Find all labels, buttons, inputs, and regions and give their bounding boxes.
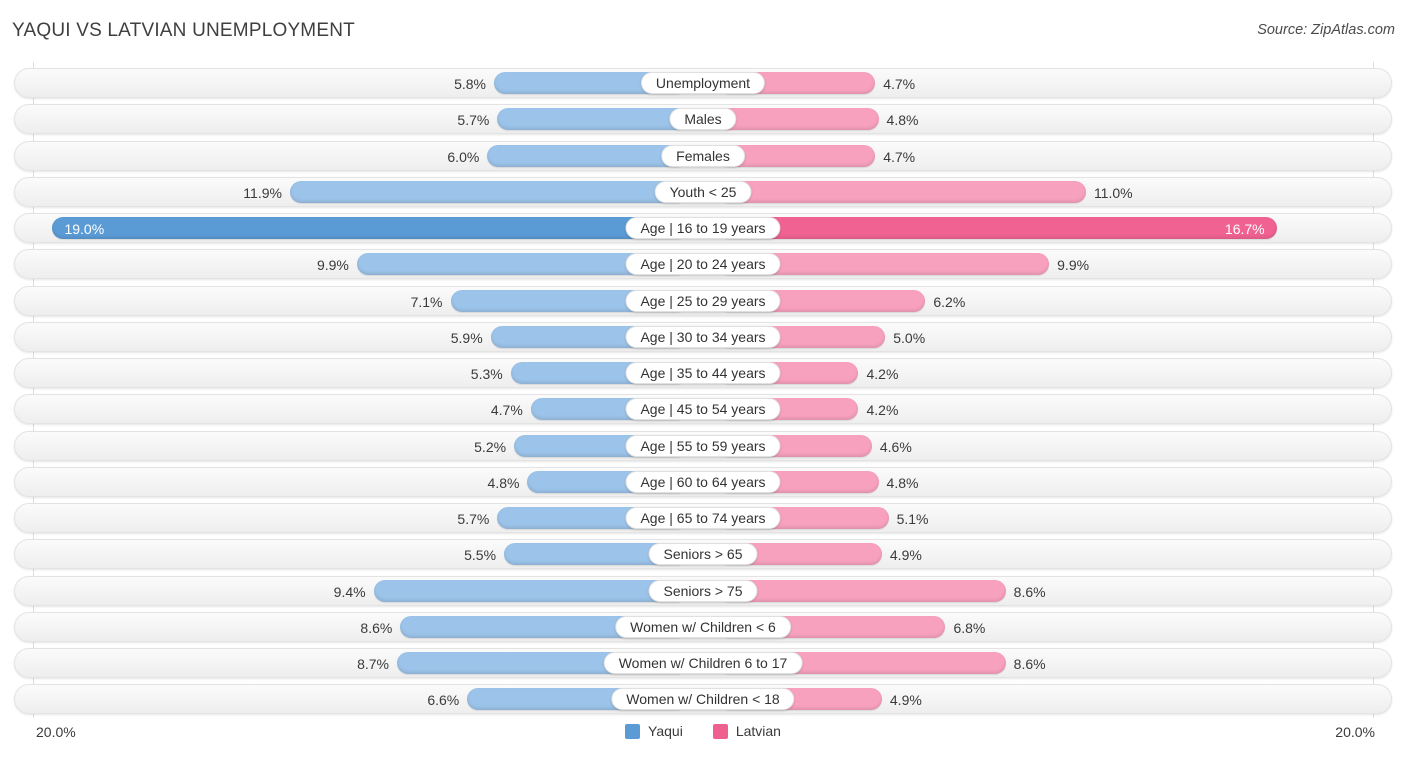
value-label-latvian: 4.6%	[879, 438, 912, 455]
table-row[interactable]: 5.5% 4.9% Seniors > 65	[14, 539, 1392, 570]
bar-yaqui	[52, 217, 688, 239]
table-row[interactable]: 5.8% 4.7% Unemployment	[14, 68, 1392, 98]
value-label-latvian: 4.8%	[886, 474, 919, 491]
category-label: Unemployment	[640, 72, 766, 94]
table-row[interactable]: 4.7% 4.2% Age | 45 to 54 years	[14, 394, 1392, 425]
category-label: Age | 60 to 64 years	[625, 470, 781, 493]
value-label-latvian: 6.2%	[933, 293, 966, 310]
bar-latvian	[718, 180, 1086, 203]
table-row[interactable]: 8.6% 6.8% Women w/ Children < 6	[14, 611, 1392, 642]
table-row[interactable]: 11.9% 11.0% Youth < 25	[14, 176, 1392, 207]
value-label-latvian: 4.7%	[883, 148, 916, 165]
category-label: Age | 45 to 54 years	[625, 398, 781, 421]
category-label: Age | 65 to 74 years	[625, 507, 781, 529]
category-label: Age | 25 to 29 years	[625, 289, 781, 312]
bar-latvian	[718, 217, 1277, 239]
value-label-latvian: 16.7%	[1224, 221, 1265, 237]
category-label: Women w/ Children < 18	[611, 688, 795, 711]
value-label-yaqui: 5.3%	[470, 366, 503, 382]
value-label-yaqui: 5.5%	[464, 547, 497, 564]
category-label: Age | 55 to 59 years	[625, 434, 781, 457]
table-row[interactable]: 5.7% 4.8% Males	[14, 104, 1392, 135]
value-label-yaqui: 19.0%	[64, 221, 105, 237]
bar-yaqui	[373, 579, 688, 602]
legend-label: Yaqui	[648, 723, 683, 739]
legend-item-latvian[interactable]: Latvian	[712, 723, 781, 739]
category-label: Males	[669, 108, 737, 131]
table-row[interactable]: 4.8% 4.8% Age | 60 to 64 years	[14, 466, 1392, 497]
value-label-yaqui: 8.6%	[360, 619, 393, 636]
category-label: Females	[661, 144, 745, 167]
chart-root: YAQUI VS LATVIAN UNEMPLOYMENT Source: Zi…	[0, 0, 1406, 757]
table-row[interactable]: 8.7% 8.6% Women w/ Children 6 to 17	[14, 648, 1392, 678]
category-label: Age | 35 to 44 years	[625, 362, 781, 384]
value-label-yaqui: 9.9%	[316, 257, 349, 274]
value-label-yaqui: 6.0%	[447, 148, 480, 165]
value-label-yaqui: 7.1%	[410, 293, 443, 310]
value-label-latvian: 11.0%	[1093, 184, 1133, 201]
value-label-latvian: 9.9%	[1057, 257, 1090, 274]
category-label: Seniors > 65	[648, 543, 758, 566]
value-label-yaqui: 8.7%	[357, 656, 389, 672]
plot-area: 5.8% 4.7% Unemployment 5.7% 4.8% Males 6.0% 4.7…	[0, 62, 1406, 718]
legend-swatch-icon	[712, 723, 728, 739]
chart-footer: 20.0% 20.0% Yaqui Latvian	[0, 718, 1406, 757]
value-label-yaqui: 5.8%	[454, 76, 486, 92]
value-label-yaqui: 5.7%	[457, 511, 490, 527]
table-row[interactable]: 6.0% 4.7% Females	[14, 140, 1392, 171]
category-label: Women w/ Children 6 to 17	[603, 652, 803, 674]
value-label-latvian: 8.6%	[1013, 656, 1046, 672]
bar-yaqui	[487, 144, 688, 167]
category-label: Age | 16 to 19 years	[625, 217, 781, 239]
value-label-latvian: 4.7%	[883, 76, 916, 92]
chart-header: YAQUI VS LATVIAN UNEMPLOYMENT Source: Zi…	[0, 0, 1406, 58]
value-label-latvian: 4.9%	[889, 692, 922, 709]
value-label-yaqui: 6.6%	[427, 692, 460, 709]
table-row[interactable]: 5.2% 4.6% Age | 55 to 59 years	[14, 430, 1392, 461]
value-label-yaqui: 5.7%	[457, 112, 490, 129]
legend-item-yaqui[interactable]: Yaqui	[625, 723, 683, 739]
table-row[interactable]: 7.1% 6.2% Age | 25 to 29 years	[14, 285, 1392, 316]
legend: Yaqui Latvian	[0, 723, 1406, 739]
bar-yaqui	[497, 108, 688, 131]
value-label-latvian: 6.8%	[953, 619, 986, 636]
value-label-yaqui: 11.9%	[243, 184, 282, 201]
category-label: Women w/ Children < 6	[615, 615, 791, 638]
table-row[interactable]: 5.3% 4.2% Age | 35 to 44 years	[14, 358, 1392, 388]
value-label-yaqui: 4.7%	[490, 402, 523, 419]
value-label-latvian: 8.6%	[1013, 583, 1046, 600]
bar-latvian	[718, 108, 879, 131]
category-label: Youth < 25	[654, 180, 752, 203]
bar-yaqui	[289, 180, 688, 203]
value-label-yaqui: 5.2%	[474, 438, 507, 455]
legend-swatch-icon	[625, 723, 641, 739]
table-row[interactable]: 9.4% 8.6% Seniors > 75	[14, 575, 1392, 606]
category-label: Seniors > 75	[648, 579, 758, 602]
value-label-latvian: 4.2%	[866, 366, 899, 382]
table-row[interactable]: 9.9% 9.9% Age | 20 to 24 years	[14, 249, 1392, 280]
category-label: Age | 30 to 34 years	[625, 325, 781, 348]
table-row[interactable]: 5.7% 5.1% Age | 65 to 74 years	[14, 503, 1392, 533]
value-label-latvian: 5.1%	[896, 511, 929, 527]
value-label-yaqui: 9.4%	[333, 583, 366, 600]
value-label-latvian: 4.8%	[886, 112, 919, 129]
value-label-latvian: 4.2%	[866, 402, 899, 419]
bar-latvian	[718, 579, 1006, 602]
source-attribution: Source: ZipAtlas.com	[1257, 22, 1395, 38]
value-label-latvian: 4.9%	[889, 547, 922, 564]
category-label: Age | 20 to 24 years	[625, 253, 781, 276]
value-label-yaqui: 5.9%	[450, 329, 483, 346]
value-label-yaqui: 4.8%	[487, 474, 520, 491]
legend-label: Latvian	[735, 723, 781, 739]
page-title: YAQUI VS LATVIAN UNEMPLOYMENT	[12, 20, 355, 41]
table-row[interactable]: 19.0% 16.7% Age | 16 to 19 years	[14, 213, 1392, 243]
table-row[interactable]: 6.6% 4.9% Women w/ Children < 18	[14, 684, 1392, 715]
value-label-latvian: 5.0%	[893, 329, 926, 346]
table-row[interactable]: 5.9% 5.0% Age | 30 to 34 years	[14, 321, 1392, 352]
